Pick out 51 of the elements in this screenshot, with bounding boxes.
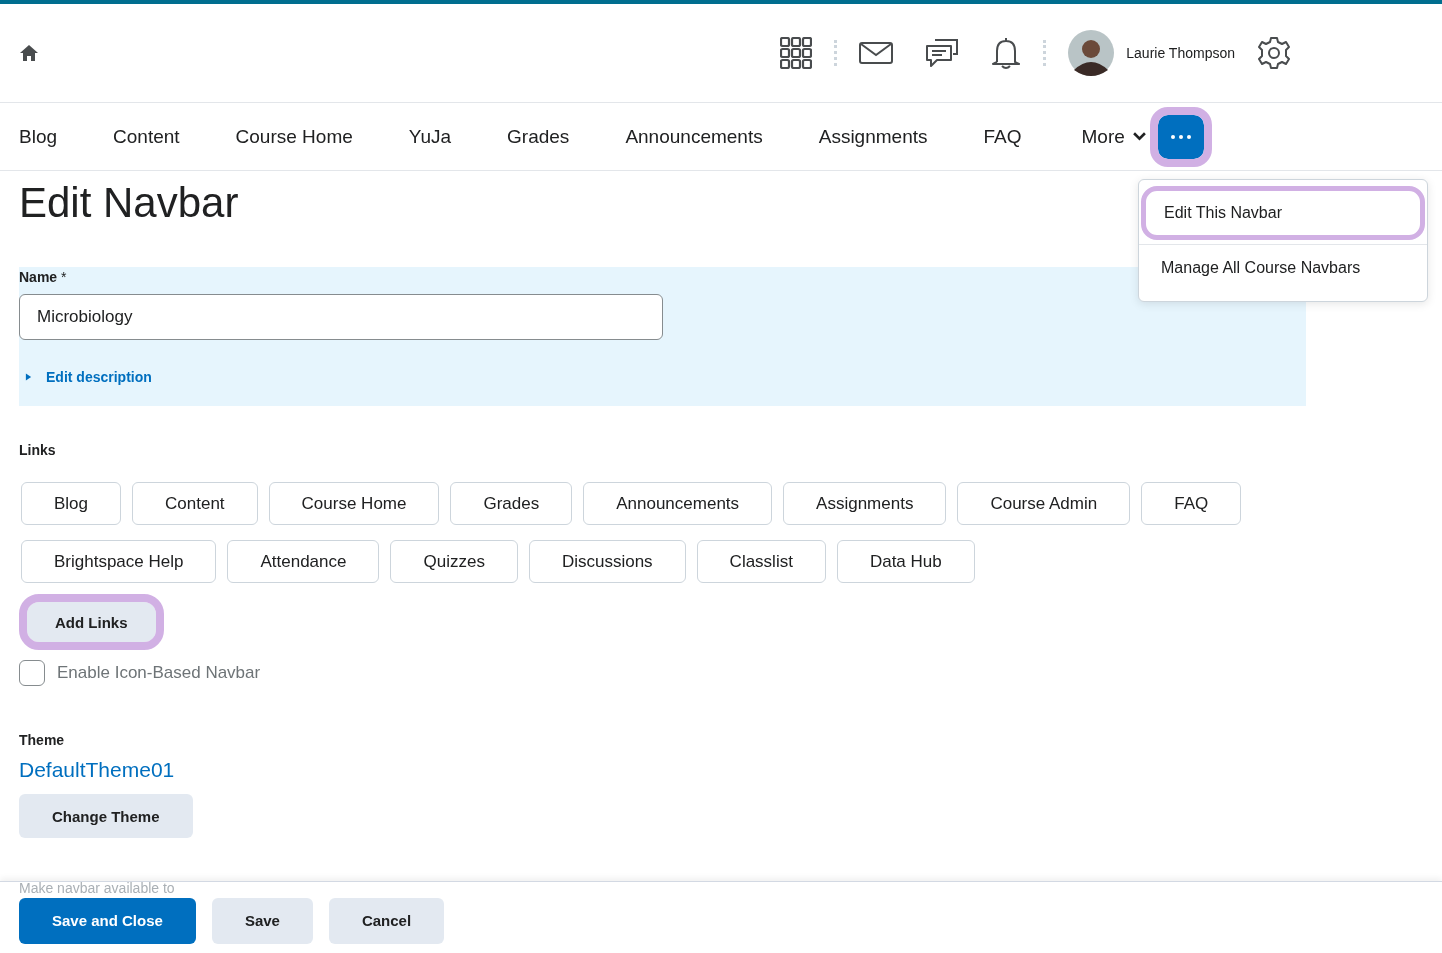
required-mark: *	[61, 269, 67, 285]
link-chip[interactable]: Data Hub	[836, 540, 975, 583]
link-chip[interactable]: Grades	[450, 482, 573, 525]
navbar-link[interactable]: FAQ	[983, 125, 1022, 148]
checkbox-label: Enable Icon-Based Navbar	[57, 663, 261, 683]
checkbox[interactable]	[19, 660, 45, 686]
field-label: Name	[19, 269, 58, 285]
link-chip[interactable]: Classlist	[696, 540, 826, 583]
name-input[interactable]: Microbiology	[19, 294, 663, 340]
link-chip[interactable]: FAQ	[1141, 482, 1242, 525]
bell-icon[interactable]	[991, 36, 1022, 70]
chevron-down-icon	[1132, 132, 1146, 141]
caret-icon	[25, 372, 32, 382]
section-label: Links	[19, 441, 57, 458]
mail-icon[interactable]	[859, 42, 894, 64]
navbar-link[interactable]: Course Home	[235, 125, 353, 148]
navbar-link[interactable]: Content	[113, 125, 180, 148]
navbar-link[interactable]: YuJa	[408, 125, 452, 148]
change-theme-button[interactable]: Change Theme	[19, 794, 193, 838]
settings-icon[interactable]	[1257, 36, 1291, 70]
link-chip[interactable]: Attendance	[227, 540, 380, 583]
avatar[interactable]	[1068, 30, 1115, 76]
navbar-link[interactable]: Grades	[507, 125, 570, 148]
link-chip[interactable]: Course Home	[268, 482, 440, 525]
edit-description-toggle[interactable]: Edit description	[19, 369, 152, 385]
section-label: Theme	[19, 731, 66, 748]
theme-link[interactable]: DefaultTheme01	[19, 758, 1423, 782]
link-chip[interactable]: Brightspace Help	[21, 540, 217, 583]
menu-item[interactable]: Edit This Navbar	[1141, 186, 1425, 240]
link-chip[interactable]: Course Admin	[957, 482, 1131, 525]
link-chip[interactable]: Assignments	[783, 482, 947, 525]
navbar-link[interactable]: Assignments	[818, 125, 928, 148]
link-chip[interactable]: Quizzes	[390, 540, 518, 583]
more-menu-button[interactable]: More	[1081, 125, 1146, 148]
faded-section-label: Make navbar available to	[19, 880, 175, 896]
ellipsis-icon	[1170, 134, 1191, 139]
home-icon[interactable]	[19, 43, 39, 63]
navbar-link[interactable]: Announcements	[625, 125, 763, 148]
navbar-link[interactable]: Blog	[19, 125, 58, 148]
page-title: Edit Navbar	[19, 179, 239, 227]
footer-button[interactable]: Cancel	[328, 897, 445, 944]
link-chip[interactable]: Content	[132, 482, 258, 525]
link-chip[interactable]: Discussions	[528, 540, 686, 583]
app-grid-icon[interactable]	[780, 37, 813, 69]
link-chip[interactable]: Announcements	[583, 482, 773, 525]
save-and-close-button[interactable]: Save and Close	[19, 897, 196, 944]
chat-icon[interactable]	[925, 36, 960, 70]
link-chip[interactable]: Blog	[21, 482, 122, 525]
user-name[interactable]: Laurie Thompson	[1126, 45, 1235, 61]
menu-item[interactable]: Manage All Course Navbars	[1139, 244, 1427, 291]
footer-button[interactable]: Save	[211, 897, 313, 944]
